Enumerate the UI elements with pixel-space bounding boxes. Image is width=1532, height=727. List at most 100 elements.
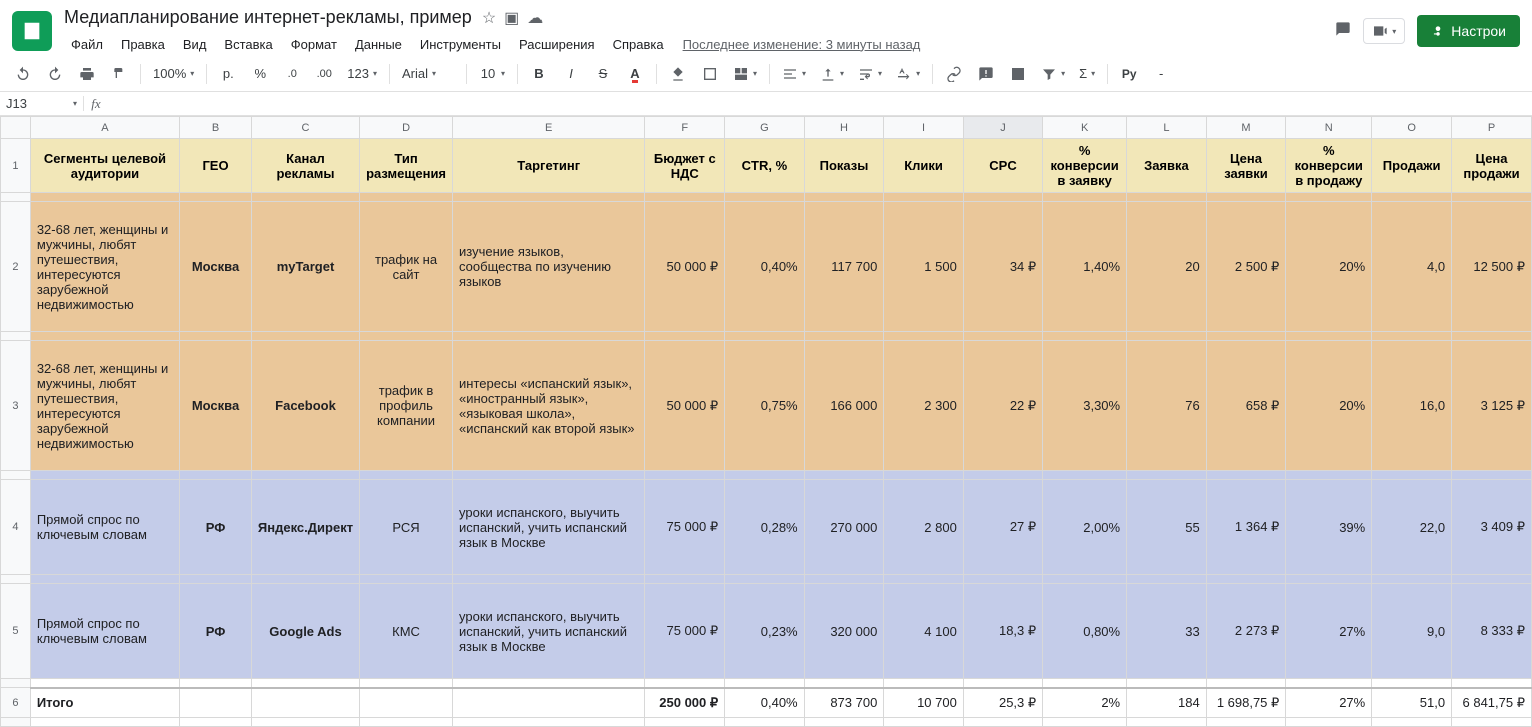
cell[interactable] <box>360 679 453 688</box>
cell[interactable]: 1 698,75 ₽ <box>1206 688 1286 718</box>
cell[interactable]: Цена продажи <box>1452 139 1532 193</box>
cell[interactable]: 250 000 ₽ <box>645 688 725 718</box>
cell[interactable]: 270 000 <box>804 480 884 575</box>
cell[interactable]: 75 000 ₽ <box>645 480 725 575</box>
cell[interactable] <box>1372 332 1452 341</box>
cell[interactable] <box>1286 332 1372 341</box>
row-header[interactable]: 2 <box>1 202 31 332</box>
cell[interactable]: Клики <box>884 139 964 193</box>
cell[interactable]: 2 800 <box>884 480 964 575</box>
cell[interactable] <box>725 471 804 480</box>
menu-file[interactable]: Файл <box>64 33 110 56</box>
cell[interactable] <box>884 471 964 480</box>
cell[interactable] <box>1206 679 1286 688</box>
cell[interactable]: уроки испанского, выучить испанский, учи… <box>453 480 645 575</box>
col-header[interactable]: C <box>251 117 359 139</box>
cell[interactable] <box>453 679 645 688</box>
meet-present-button[interactable]: ▾ <box>1363 18 1405 44</box>
row-header[interactable] <box>1 575 31 584</box>
cell[interactable] <box>645 193 725 202</box>
cell[interactable]: 3,30% <box>1043 341 1127 471</box>
cell[interactable] <box>884 718 964 727</box>
fill-color-button[interactable] <box>665 61 691 87</box>
sheets-logo[interactable] <box>12 11 52 51</box>
col-header[interactable]: I <box>884 117 964 139</box>
cell[interactable]: 75 000 ₽ <box>645 584 725 679</box>
cell[interactable] <box>884 193 964 202</box>
cell[interactable]: 9,0 <box>1372 584 1452 679</box>
cell[interactable]: % конверсии в заявку <box>1043 139 1127 193</box>
undo-button[interactable] <box>10 61 36 87</box>
cell[interactable] <box>1206 575 1286 584</box>
cell[interactable]: CPC <box>963 139 1042 193</box>
cell[interactable]: 18,3 ₽ <box>963 584 1042 679</box>
col-header[interactable]: J <box>963 117 1042 139</box>
cell[interactable]: интересы «испанский язык», «иностранный … <box>453 341 645 471</box>
filter-button[interactable]: ▾ <box>1037 64 1069 84</box>
cell[interactable]: 6 841,75 ₽ <box>1452 688 1532 718</box>
cell[interactable]: 2% <box>1043 688 1127 718</box>
share-button[interactable]: Настрои <box>1417 15 1520 47</box>
cell[interactable]: 27 ₽ <box>963 480 1042 575</box>
cell[interactable] <box>1452 679 1532 688</box>
cell[interactable] <box>645 332 725 341</box>
cell[interactable] <box>251 679 359 688</box>
cell[interactable] <box>1372 679 1452 688</box>
horizontal-align-button[interactable]: ▾ <box>778 64 810 84</box>
cell[interactable] <box>1043 575 1127 584</box>
toolbar-overflow[interactable]: - <box>1148 61 1174 87</box>
row-header[interactable] <box>1 679 31 688</box>
cell[interactable] <box>30 471 179 480</box>
cell[interactable]: Канал рекламы <box>251 139 359 193</box>
row-header[interactable]: 4 <box>1 480 31 575</box>
cell[interactable] <box>180 332 252 341</box>
cell[interactable] <box>645 575 725 584</box>
zoom-dropdown[interactable]: 100%▾ <box>149 64 198 83</box>
cell[interactable]: 4 100 <box>884 584 964 679</box>
cell[interactable]: Яндекс.Директ <box>251 480 359 575</box>
cell[interactable] <box>30 575 179 584</box>
cell[interactable] <box>453 718 645 727</box>
bold-button[interactable]: B <box>526 61 552 87</box>
col-header[interactable]: L <box>1127 117 1207 139</box>
cell[interactable] <box>1452 332 1532 341</box>
borders-button[interactable] <box>697 61 723 87</box>
cell[interactable] <box>725 575 804 584</box>
cell[interactable]: трафик в профиль компании <box>360 341 453 471</box>
cell[interactable] <box>1286 718 1372 727</box>
merge-cells-button[interactable]: ▾ <box>729 64 761 84</box>
last-edit-link[interactable]: Последнее изменение: 3 минуты назад <box>683 37 921 52</box>
menu-extensions[interactable]: Расширения <box>512 33 602 56</box>
cell[interactable] <box>804 332 884 341</box>
cell[interactable]: Прямой спрос по ключевым словам <box>30 480 179 575</box>
name-box[interactable]: J13▾ <box>0 96 84 111</box>
cell[interactable] <box>804 471 884 480</box>
cell[interactable] <box>453 575 645 584</box>
cell[interactable] <box>725 193 804 202</box>
cell[interactable]: Google Ads <box>251 584 359 679</box>
row-header[interactable]: 3 <box>1 341 31 471</box>
cell[interactable]: Сегменты целевой аудитории <box>30 139 179 193</box>
vertical-align-button[interactable]: ▾ <box>816 64 848 84</box>
cell[interactable]: 1,40% <box>1043 202 1127 332</box>
text-color-button[interactable]: A <box>622 61 648 87</box>
cell[interactable]: 0,40% <box>725 688 804 718</box>
insert-link-button[interactable] <box>941 61 967 87</box>
cell[interactable] <box>1452 193 1532 202</box>
col-header[interactable]: H <box>804 117 884 139</box>
cell[interactable]: CTR, % <box>725 139 804 193</box>
cell[interactable]: 166 000 <box>804 341 884 471</box>
paint-format-button[interactable] <box>106 61 132 87</box>
cell[interactable]: 4,0 <box>1372 202 1452 332</box>
cell[interactable] <box>453 688 645 718</box>
text-rotation-button[interactable]: ▾ <box>892 64 924 84</box>
cell[interactable]: 25,3 ₽ <box>963 688 1042 718</box>
cell[interactable] <box>884 575 964 584</box>
cell[interactable]: 320 000 <box>804 584 884 679</box>
col-header[interactable]: O <box>1372 117 1452 139</box>
cell[interactable]: 658 ₽ <box>1206 341 1286 471</box>
cell[interactable] <box>645 471 725 480</box>
cell[interactable] <box>645 718 725 727</box>
cell[interactable]: 34 ₽ <box>963 202 1042 332</box>
cell[interactable]: 27% <box>1286 688 1372 718</box>
